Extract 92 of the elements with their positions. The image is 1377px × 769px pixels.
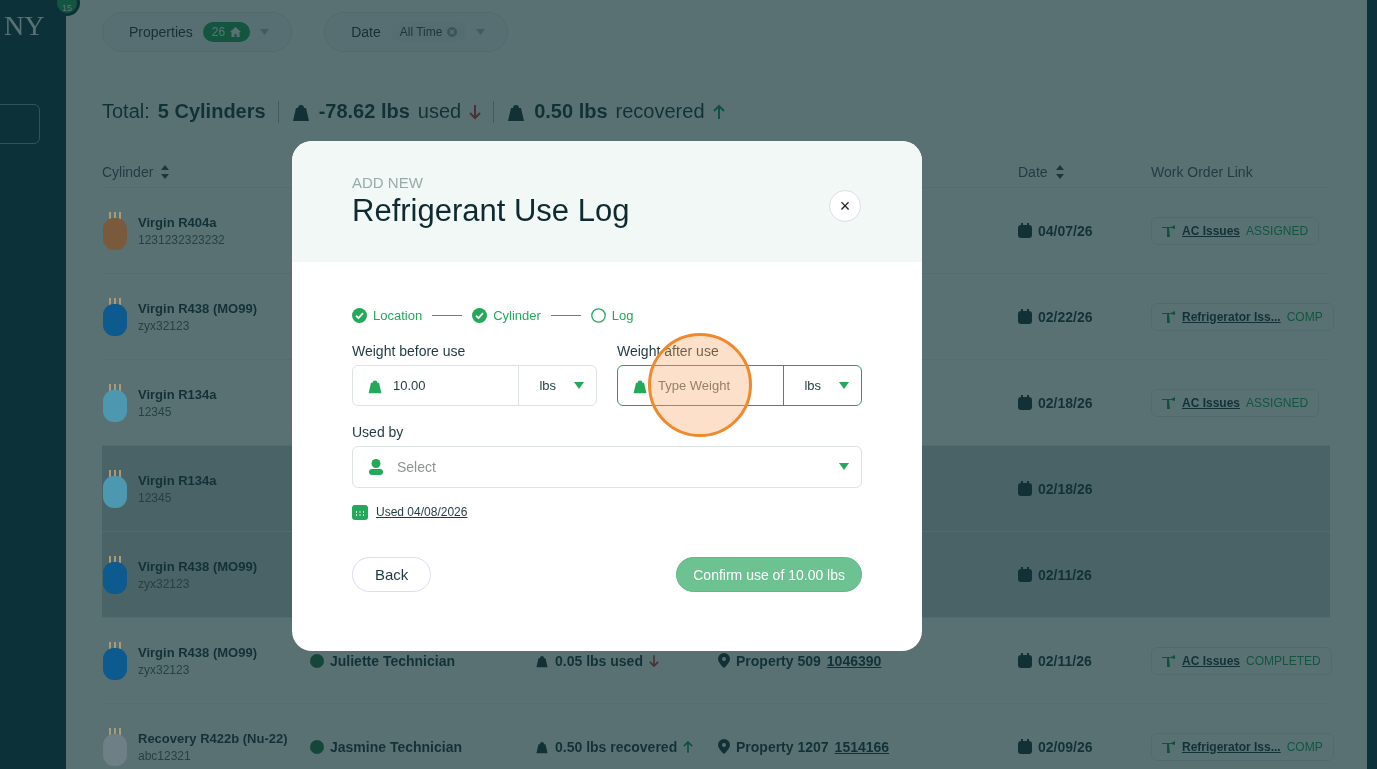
- step-label: Log: [611, 308, 634, 323]
- cylinder-name: Virgin R438 (MO99): [138, 644, 257, 660]
- modal-title: Refrigerant Use Log: [352, 193, 630, 229]
- down-arrow-icon: [648, 653, 659, 668]
- calendar-icon: [1018, 481, 1032, 496]
- count-badge: 26: [202, 22, 251, 42]
- clear-icon[interactable]: [447, 27, 458, 37]
- status-text: COMPLETED: [1246, 653, 1321, 668]
- back-button[interactable]: Back: [352, 557, 432, 592]
- work-order-chip[interactable]: AC Issues ASSIGNED: [1151, 388, 1320, 417]
- unit-dropdown[interactable]: lbs: [783, 366, 861, 405]
- modal-eyebrow: ADD NEW: [352, 174, 424, 191]
- sidebar-search-box[interactable]: [0, 104, 40, 144]
- filter-dropdown[interactable]: Properties 26: [102, 12, 293, 52]
- user-select[interactable]: Select: [352, 446, 862, 488]
- house-icon: [230, 27, 242, 37]
- calendar-icon: [352, 504, 368, 520]
- date-text: 02/09/26: [1038, 738, 1093, 755]
- used-label: used: [417, 100, 462, 123]
- field-label: Weight before use: [352, 343, 467, 359]
- total-label: Total:: [102, 100, 150, 123]
- cylinder-count: 5 Cylinders: [157, 100, 266, 123]
- down-arrow-icon: [469, 103, 482, 120]
- notification-badge: 15: [54, 0, 80, 16]
- status-text: ASSIGNED: [1246, 223, 1309, 238]
- used-total: -78.62 lbs: [318, 100, 410, 123]
- calendar-icon: [1018, 223, 1032, 238]
- work-order-link[interactable]: AC Issues: [1182, 395, 1241, 410]
- unit-dropdown[interactable]: lbs: [518, 366, 596, 405]
- caret-icon: [839, 381, 849, 390]
- calendar-icon: [1018, 309, 1032, 324]
- user-icon: [369, 459, 383, 475]
- property-link[interactable]: 1514166: [834, 738, 890, 755]
- status-text: COMP: [1286, 309, 1323, 324]
- work-order-chip[interactable]: Refrigerator Iss... COMP: [1151, 302, 1334, 331]
- property-link[interactable]: 1046390: [826, 652, 882, 669]
- work-order-link[interactable]: Refrigerator Iss...: [1182, 739, 1281, 754]
- calendar-icon: [1018, 739, 1032, 754]
- avatar-icon: [310, 653, 324, 668]
- weight-input[interactable]: 10.00 lbs: [352, 365, 597, 406]
- work-order-link[interactable]: AC Issues: [1182, 223, 1241, 238]
- location-pin-icon: [718, 653, 730, 668]
- field-label: Used by: [352, 424, 405, 440]
- work-order-chip[interactable]: AC Issues ASSIGNED: [1151, 216, 1320, 245]
- work-order-link[interactable]: Refrigerator Iss...: [1182, 309, 1281, 324]
- property-name: Property 1207: [736, 738, 829, 755]
- calendar-icon: [1018, 567, 1032, 582]
- calendar-icon: [1018, 395, 1032, 410]
- date-text: 02/11/26: [1038, 652, 1092, 669]
- calendar-icon: [1018, 653, 1032, 668]
- property-name: Property 509: [736, 652, 821, 669]
- cylinder-name: Virgin R438 (MO99): [138, 300, 257, 316]
- amount-text: 0.50 lbs recovered: [555, 738, 678, 755]
- date-text: 02/18/26: [1038, 394, 1093, 411]
- amount-text: 0.05 lbs used: [555, 652, 643, 669]
- status-text: ASSIGNED: [1246, 395, 1309, 410]
- hammer-icon: [1162, 740, 1176, 753]
- field-label: Weight after use: [617, 343, 720, 359]
- up-arrow-icon: [712, 103, 725, 120]
- work-order-chip[interactable]: Refrigerator Iss... COMP: [1151, 732, 1334, 761]
- up-arrow-icon: [683, 739, 694, 754]
- cylinder-name: Virgin R404a: [138, 214, 218, 230]
- caret-icon: [839, 463, 849, 471]
- recovered-total: 0.50 lbs: [534, 100, 608, 123]
- status-text: COMP: [1286, 739, 1323, 754]
- date-text: 02/22/26: [1038, 308, 1093, 325]
- caret-icon: [574, 381, 584, 390]
- step-label: Location: [373, 308, 423, 323]
- sort-icon[interactable]: [161, 165, 170, 179]
- logo-text: NY: [4, 10, 45, 42]
- work-order-link[interactable]: AC Issues: [1182, 653, 1241, 668]
- avatar-icon: [310, 739, 324, 754]
- hammer-icon: [1162, 310, 1176, 323]
- date-link[interactable]: Used 04/08/2026: [376, 505, 468, 519]
- step-label: Cylinder: [493, 308, 541, 323]
- hammer-icon: [1162, 654, 1176, 667]
- location-pin-icon: [718, 739, 730, 754]
- technician-name: Jasmine Technician: [330, 738, 462, 755]
- hammer-icon: [1162, 396, 1176, 409]
- cylinder-name: Virgin R134a: [138, 386, 217, 402]
- sort-icon[interactable]: [1055, 165, 1064, 179]
- recovered-label: recovered: [615, 100, 705, 123]
- hammer-icon: [1162, 224, 1176, 237]
- weight-icon: [535, 739, 549, 754]
- weight-icon: [535, 653, 549, 668]
- cylinder-name: Recovery R422b (Nu-22): [138, 730, 288, 746]
- filter-dropdown[interactable]: Date All Time: [324, 12, 509, 52]
- work-order-chip[interactable]: AC Issues COMPLETED: [1151, 646, 1332, 675]
- date-text: 04/07/26: [1038, 222, 1093, 239]
- close-button[interactable]: ×: [829, 190, 861, 222]
- technician-name: Juliette Technician: [330, 652, 455, 669]
- weight-input[interactable]: Type Weight lbs: [617, 365, 862, 406]
